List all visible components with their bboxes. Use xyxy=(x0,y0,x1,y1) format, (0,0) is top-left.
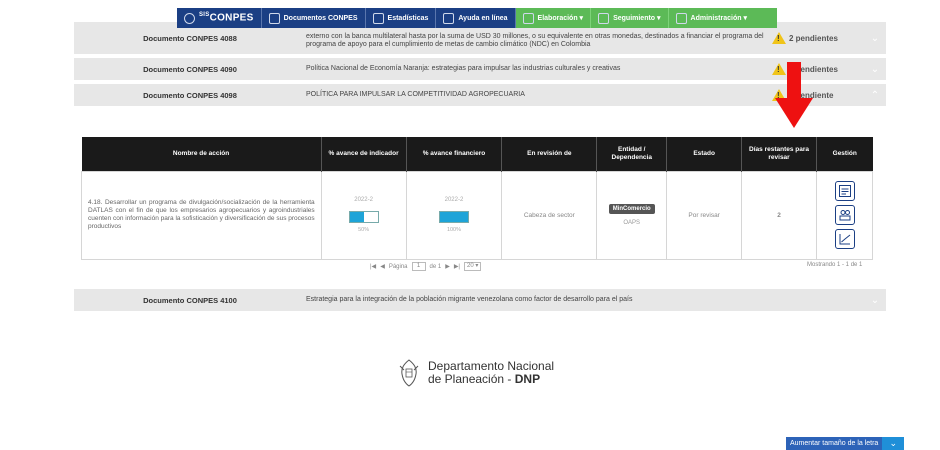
prev-page-icon[interactable]: ◀ xyxy=(380,263,385,270)
actions-table: Nombre de acción % avance de indicador %… xyxy=(81,137,873,260)
last-page-icon[interactable]: ▶| xyxy=(454,263,460,270)
dnp-logo: Departamento Nacional de Planeación - DN… xyxy=(398,358,554,388)
red-arrow-shaft xyxy=(787,62,801,100)
nav-ayuda[interactable]: Ayuda en línea xyxy=(436,8,516,28)
next-page-icon[interactable]: ▶ xyxy=(445,263,450,270)
indicator-progress-bar xyxy=(348,211,379,223)
document-name: Documento CONPES 4100 xyxy=(143,295,237,305)
edit-icon xyxy=(522,12,534,24)
page-label: Página xyxy=(388,263,408,270)
warning-icon xyxy=(772,63,786,75)
document-description: externo con la banca multilateral hasta … xyxy=(306,33,764,48)
view-report-button[interactable] xyxy=(834,181,855,201)
records-showing: Mostrando 1 - 1 de 1 xyxy=(807,262,863,268)
users-button[interactable] xyxy=(834,205,855,225)
management-cell xyxy=(816,170,873,260)
table-row: 4.18. Desarrollar un programa de divulga… xyxy=(81,170,873,260)
document-name: Documento CONPES 4088 xyxy=(143,33,237,43)
indicator-year: 2022-2 xyxy=(354,197,373,203)
sisconpes-logo[interactable]: SISCONPES xyxy=(177,8,262,28)
header-review: En revisión de xyxy=(501,137,598,171)
page-size-select[interactable]: 20 ▾ xyxy=(464,262,482,271)
financial-percent: 100% xyxy=(446,227,462,233)
increase-font-label: Aumentar tamaño de la letra xyxy=(786,437,883,450)
warning-icon xyxy=(772,32,786,44)
chevron-down-icon: ⌄ xyxy=(882,437,905,450)
red-arrow-head xyxy=(775,98,813,128)
top-navbar: SISCONPES Documentos CONPES Estadísticas… xyxy=(177,8,777,28)
header-indicator: % avance de indicador xyxy=(321,137,407,171)
financial-progress-bar xyxy=(438,211,469,223)
review-by: Cabeza de sector xyxy=(501,170,598,260)
nav-elaboracion[interactable]: Elaboración ▾ xyxy=(515,8,592,28)
indicator-percent: 50% xyxy=(358,227,370,233)
document-description: Política Nacional de Economía Naranja: e… xyxy=(306,65,621,72)
page-of: de 1 xyxy=(429,263,442,270)
financial-progress-cell: 2022-2 100% xyxy=(405,170,503,260)
page-input[interactable]: 1 xyxy=(411,262,426,271)
admin-icon xyxy=(675,12,687,24)
chevron-down-icon[interactable]: ⌄ xyxy=(864,64,886,75)
header-management: Gestión xyxy=(816,137,873,171)
table-header-row: Nombre de acción % avance de indicador %… xyxy=(81,137,873,171)
document-description: Estrategia para la integración de la pob… xyxy=(306,296,633,303)
entity-cell: MinComercio OAPS xyxy=(596,170,668,260)
nav-documentos-conpes[interactable]: Documentos CONPES xyxy=(262,8,366,28)
gear-icon xyxy=(184,12,195,24)
document-name: Documento CONPES 4098 xyxy=(143,90,237,100)
status: Por revisar xyxy=(666,170,743,260)
users-icon xyxy=(839,210,850,221)
increase-font-button[interactable]: Aumentar tamaño de la letra ⌄ xyxy=(786,437,905,450)
line-chart-icon xyxy=(839,234,850,245)
dnp-line2: de Planeación - DNP xyxy=(428,372,541,386)
table-pager: |◀ ◀ Página 1 de 1 ▶ ▶| 20 ▾ Mostrando 1… xyxy=(0,262,940,274)
tracking-icon xyxy=(598,12,610,24)
help-icon xyxy=(443,12,455,24)
document-icon xyxy=(268,12,280,24)
accordion-conpes-4100[interactable]: Documento CONPES 4100 Estrategia para la… xyxy=(74,289,886,311)
header-days: Días restantes para revisar xyxy=(741,137,817,171)
document-name: Documento CONPES 4090 xyxy=(143,64,237,74)
nav-seguimiento[interactable]: Seguimiento ▾ xyxy=(591,8,669,28)
report-icon xyxy=(838,185,851,197)
indicator-progress-cell: 2022-2 50% xyxy=(320,170,407,260)
nav-administracion[interactable]: Administración ▾ xyxy=(668,8,777,28)
chevron-down-icon[interactable]: ⌄ xyxy=(864,295,886,306)
pending-count: 2 pendientes xyxy=(772,32,864,44)
stats-icon xyxy=(372,12,384,24)
accordion-conpes-4090[interactable]: Documento CONPES 4090 Política Nacional … xyxy=(74,58,886,80)
chevron-down-icon[interactable]: ⌄ xyxy=(864,33,886,44)
pending-count: 6 pendientes xyxy=(772,63,864,75)
accordion-conpes-4098[interactable]: Documento CONPES 4098 POLÍTICA PARA IMPU… xyxy=(74,84,886,106)
header-financial: % avance financiero xyxy=(406,137,503,171)
header-status: Estado xyxy=(666,137,743,171)
entity-badge: MinComercio xyxy=(608,204,655,214)
header-action-name: Nombre de acción xyxy=(81,137,322,171)
chevron-up-icon[interactable]: ⌃ xyxy=(864,90,886,101)
first-page-icon[interactable]: |◀ xyxy=(370,263,376,270)
action-name: 4.18. Desarrollar un programa de divulga… xyxy=(81,170,322,260)
days-remaining: 2 xyxy=(741,170,817,260)
dependency: OAPS xyxy=(623,220,641,226)
financial-year: 2022-2 xyxy=(444,197,464,203)
header-entity: Entidad / Dependencia xyxy=(596,137,668,171)
nav-estadisticas[interactable]: Estadísticas xyxy=(366,8,437,28)
document-description: POLÍTICA PARA IMPULSAR LA COMPETITIVIDAD… xyxy=(306,91,525,98)
coat-of-arms-icon xyxy=(398,358,420,388)
chart-button[interactable] xyxy=(834,229,855,249)
